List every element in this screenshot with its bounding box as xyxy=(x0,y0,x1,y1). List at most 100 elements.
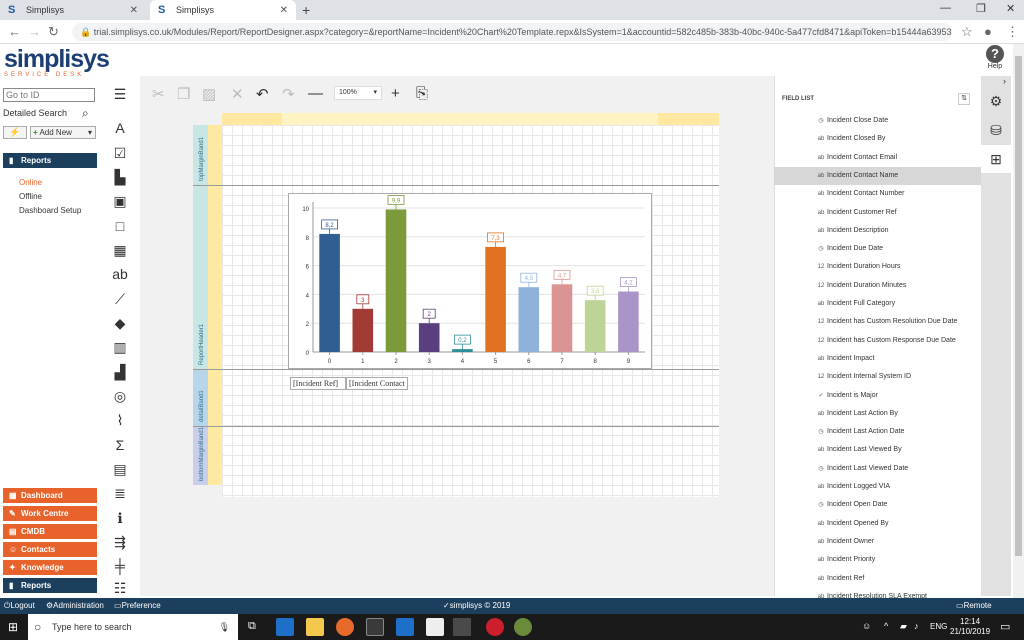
nav-cmdb[interactable]: ▤ CMDB xyxy=(3,524,97,539)
zoom-in-icon[interactable]: + xyxy=(391,85,400,102)
band-detail[interactable]: detailBand1 xyxy=(193,370,208,426)
band-top-margin[interactable]: topMarginBand1 xyxy=(193,125,208,185)
page-break-tool-icon[interactable]: ⇶ xyxy=(112,534,128,550)
sidebar-item-online[interactable]: Online xyxy=(19,178,42,187)
sidebar-item-dashboard-setup[interactable]: Dashboard Setup xyxy=(19,206,81,215)
field-list-item[interactable]: ab Incident Contact Number xyxy=(774,185,981,203)
url-field[interactable]: 🔒 trial.simplisys.co.uk/Modules/Report/R… xyxy=(72,23,952,41)
copy-icon[interactable]: ❐ xyxy=(177,85,190,103)
database-icon[interactable]: ⛁ xyxy=(981,116,1011,144)
firefox-icon[interactable] xyxy=(336,618,354,636)
field-list-item[interactable]: ◷ Incident Close Date xyxy=(774,112,981,130)
bookmark-star-icon[interactable]: ☆ xyxy=(961,24,973,40)
opera-icon[interactable] xyxy=(486,618,504,636)
table-tool-icon[interactable]: ▦ xyxy=(112,242,128,258)
field-list-item[interactable]: ◷ Incident Last Viewed Date xyxy=(774,460,981,478)
field-list-item[interactable]: ab Incident Opened By xyxy=(774,515,981,533)
sidebar-reports-header[interactable]: ▮ Reports xyxy=(3,153,97,168)
character-comb-tool-icon[interactable]: ab xyxy=(112,266,128,282)
field-list-item[interactable]: 12 Incident Internal System ID xyxy=(774,368,981,386)
add-new-button[interactable]: + Add New ▾ xyxy=(30,126,96,139)
field-list-item[interactable]: ab Incident Last Viewed By xyxy=(774,441,981,459)
help-button[interactable]: ? Help xyxy=(982,45,1008,70)
nav-knowledge[interactable]: ✦ Knowledge xyxy=(3,560,97,575)
detailed-search-link[interactable]: Detailed Search xyxy=(3,108,67,118)
outlook-icon[interactable] xyxy=(396,618,414,636)
field-list-item[interactable]: ab Incident Full Category xyxy=(774,295,981,313)
close-tab-icon[interactable]: ✕ xyxy=(130,5,138,16)
field-list-item[interactable]: 12 Incident Duration Minutes xyxy=(774,277,981,295)
rich-text-tool-icon[interactable]: ▙ xyxy=(112,169,128,185)
field-list-item[interactable]: ab Incident Contact Name xyxy=(774,166,981,185)
field-list-item[interactable]: ab Incident Ref xyxy=(774,570,981,588)
minimize-icon[interactable]: — xyxy=(940,2,951,14)
settings-gear-icon[interactable]: ⚙ xyxy=(981,87,1011,115)
report-explorer-icon[interactable]: ⊞ xyxy=(981,145,1011,173)
goto-id-input[interactable] xyxy=(3,88,95,102)
field-list-item[interactable]: ◷ Incident Last Action Date xyxy=(774,423,981,441)
logout-link[interactable]: ⏻ Logout xyxy=(4,598,35,614)
search-icon[interactable]: ⌕ xyxy=(82,106,89,121)
hamburger-menu-icon[interactable]: ☰ xyxy=(112,86,128,102)
field-list-item[interactable]: ab Incident Owner xyxy=(774,533,981,551)
tray-chevron-icon[interactable]: ^ xyxy=(884,621,888,631)
redo-icon[interactable]: ↷ xyxy=(282,85,295,103)
collapse-panel-icon[interactable]: › xyxy=(1003,76,1006,86)
chrome-icon-active[interactable] xyxy=(453,618,471,636)
paste-icon[interactable]: ▨ xyxy=(202,85,216,103)
field-incident-contact[interactable]: [Incident Contact xyxy=(346,377,408,390)
nav-reports[interactable]: ▮ Reports xyxy=(3,578,97,593)
field-list-item[interactable]: 12 Incident has Custom Resolution Due Dat… xyxy=(774,313,981,331)
field-list-item[interactable]: ab Incident Contact Email xyxy=(774,149,981,167)
field-list-item[interactable]: ab Incident Impact xyxy=(774,350,981,368)
list-tool-icon[interactable]: ≣ xyxy=(112,485,128,501)
picture-tool-icon[interactable]: ▣ xyxy=(112,193,128,209)
notepad-icon[interactable] xyxy=(426,618,444,636)
scrollbar-thumb[interactable] xyxy=(1015,56,1022,556)
field-list-item[interactable]: ab Incident Last Action By xyxy=(774,405,981,423)
field-list-item[interactable]: ab Incident Customer Ref xyxy=(774,204,981,222)
cross-band-line-tool-icon[interactable]: ╪ xyxy=(112,558,128,574)
page-info-tool-icon[interactable]: ℹ xyxy=(112,510,128,526)
field-list-item[interactable]: ab Incident Closed By xyxy=(774,130,981,148)
restore-icon[interactable]: ❐ xyxy=(976,2,986,15)
delete-icon[interactable]: ✕ xyxy=(231,85,244,103)
field-list-item[interactable]: ab Incident Priority xyxy=(774,551,981,569)
windows-start-icon[interactable]: ⊞ xyxy=(8,620,18,634)
network-icon[interactable]: ▰ xyxy=(900,621,907,632)
task-view-icon[interactable]: ⧉ xyxy=(248,620,256,633)
quick-action-button[interactable]: ⚡ xyxy=(3,126,27,139)
simplisys-logo[interactable]: simplisys SERVICE DESK xyxy=(4,46,110,79)
nav-dashboard[interactable]: ▦ Dashboard xyxy=(3,488,97,503)
panel-tool-icon[interactable]: □ xyxy=(112,218,128,234)
file-explorer-icon[interactable] xyxy=(306,618,324,636)
cut-icon[interactable]: ✂ xyxy=(152,85,165,103)
chevron-down-icon[interactable]: ▾ xyxy=(88,127,95,138)
field-list-item[interactable]: ab Incident Logged VIA xyxy=(774,478,981,496)
volume-icon[interactable]: ♪ xyxy=(914,621,919,631)
cross-band-box-tool-icon[interactable]: ☷ xyxy=(112,580,128,596)
field-list-item[interactable]: 12 Incident has Custom Response Due Date xyxy=(774,332,981,350)
administration-link[interactable]: ⚙ Administration xyxy=(46,598,104,614)
new-tab-icon[interactable]: + xyxy=(302,2,310,18)
browser-tab-active[interactable]: S Simplisys ✕ xyxy=(150,0,296,20)
shape-tool-icon[interactable]: ◆ xyxy=(112,315,128,331)
profile-icon[interactable]: ● xyxy=(984,24,992,39)
sum-tool-icon[interactable]: Σ xyxy=(112,437,128,453)
line-tool-icon[interactable]: ⟋ xyxy=(112,291,128,307)
field-list-item[interactable]: ◷ Incident Open Date xyxy=(774,496,981,514)
microphone-icon[interactable]: 🎙 xyxy=(219,614,230,640)
close-tab-icon[interactable]: ✕ xyxy=(280,5,288,16)
barcode-tool-icon[interactable]: ▥ xyxy=(112,339,128,355)
field-list-item[interactable]: 12 Incident Duration Hours xyxy=(774,258,981,276)
gauge-tool-icon[interactable]: ◎ xyxy=(112,388,128,404)
chart-tool-icon[interactable]: ▟ xyxy=(112,364,128,380)
browser-tab[interactable]: S Simplisys ✕ xyxy=(0,0,146,20)
close-window-icon[interactable]: ✕ xyxy=(1006,2,1015,15)
nav-contacts[interactable]: ☺ Contacts xyxy=(3,542,97,557)
field-list-item[interactable]: ✓ Incident is Major xyxy=(774,387,981,405)
checkbox-tool-icon[interactable]: ☑ xyxy=(112,145,128,161)
preference-link[interactable]: ▭ Preference xyxy=(114,598,161,614)
back-icon[interactable]: ← xyxy=(8,24,21,39)
app-window-icon[interactable] xyxy=(366,618,384,636)
